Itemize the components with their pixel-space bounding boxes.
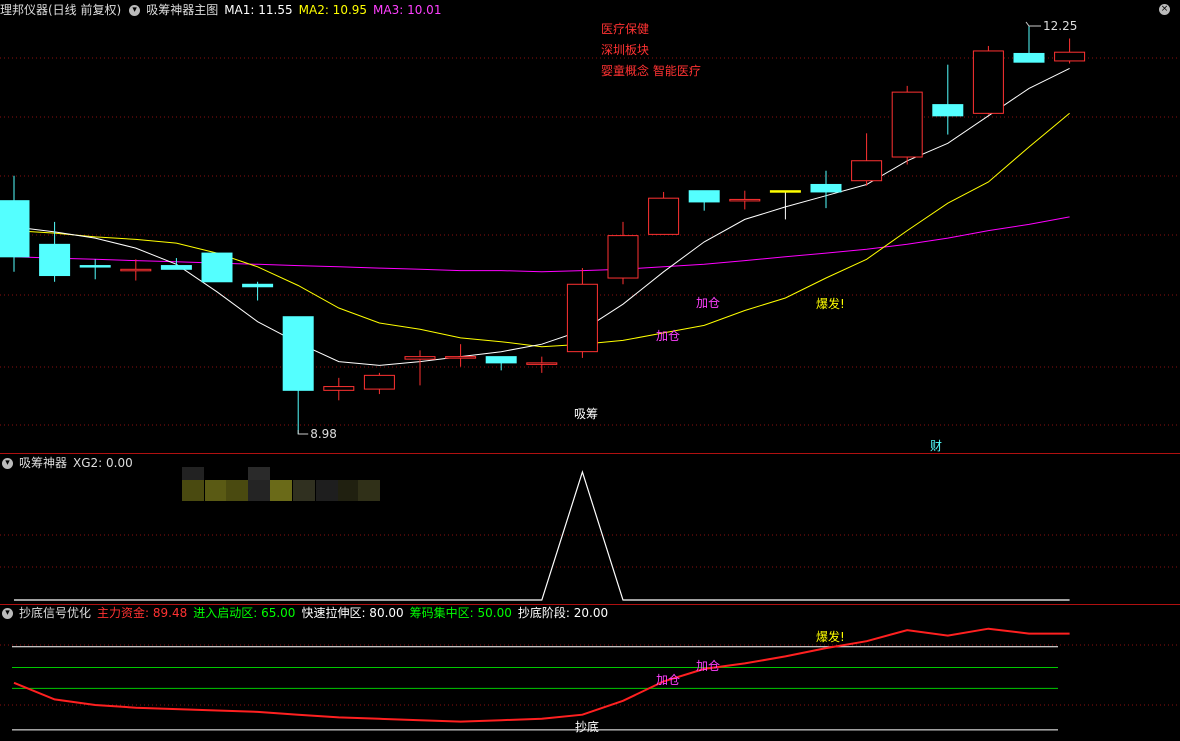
jiacang-mark: 加仓 — [696, 296, 720, 310]
main-capital-line — [13, 627, 1070, 723]
candle-body — [648, 197, 680, 235]
volume-block — [182, 480, 204, 501]
candle-body — [39, 243, 71, 277]
xg2-line — [14, 470, 1070, 601]
candle-body — [810, 183, 842, 193]
baofa-mark: 爆发! — [816, 629, 845, 644]
baofa-mark: 爆发! — [816, 296, 845, 311]
low-marker — [297, 430, 309, 435]
volume-block — [358, 480, 380, 501]
candle-body — [282, 316, 314, 391]
candle-body — [120, 268, 152, 272]
volume-block — [338, 480, 360, 501]
candle-body — [1013, 52, 1045, 63]
candle-body — [607, 235, 639, 279]
volume-block — [205, 480, 227, 501]
volume-block — [293, 480, 315, 501]
candle-body — [404, 356, 436, 360]
jiacang-mark: 加仓 — [656, 329, 680, 343]
candle-body — [972, 50, 1004, 114]
candle-body — [729, 198, 761, 202]
volume-block — [248, 467, 270, 480]
candle-body — [363, 374, 395, 390]
candle-body — [932, 104, 964, 117]
candle-body — [1054, 51, 1086, 62]
ma3-line — [13, 216, 1070, 273]
jiacang-mark: 加仓 — [656, 673, 680, 687]
cai-mark: 财 — [930, 439, 942, 453]
candle-body — [769, 190, 801, 193]
volume-block — [226, 480, 248, 501]
jiacang-mark: 加仓 — [696, 659, 720, 673]
volume-block — [248, 480, 270, 501]
candle-body — [0, 200, 30, 258]
candle-body — [445, 356, 477, 359]
low-price-label: 8.98 — [310, 427, 337, 441]
candle-body — [79, 265, 111, 268]
candle-body — [851, 160, 883, 182]
candle-body — [526, 362, 558, 365]
candle-body — [688, 190, 720, 203]
candle-body — [566, 283, 598, 353]
xichou-mark: 吸筹 — [574, 407, 598, 421]
high-price-label: 12.25 — [1043, 19, 1077, 33]
candle-body — [242, 283, 274, 288]
stock-chart[interactable]: 12.258.98吸筹加仓加仓 爆发!财抄底加仓加仓爆发! — [0, 0, 1180, 741]
candle-body — [201, 252, 233, 283]
volume-block — [182, 467, 204, 480]
candle-body — [160, 265, 192, 270]
volume-block — [270, 480, 292, 501]
volume-block — [316, 480, 338, 501]
candle-body — [323, 386, 355, 391]
candle-body — [891, 91, 923, 158]
chaodi-mark: 抄底 — [575, 719, 599, 734]
high-marker — [1025, 21, 1041, 27]
candle-body — [485, 356, 517, 364]
